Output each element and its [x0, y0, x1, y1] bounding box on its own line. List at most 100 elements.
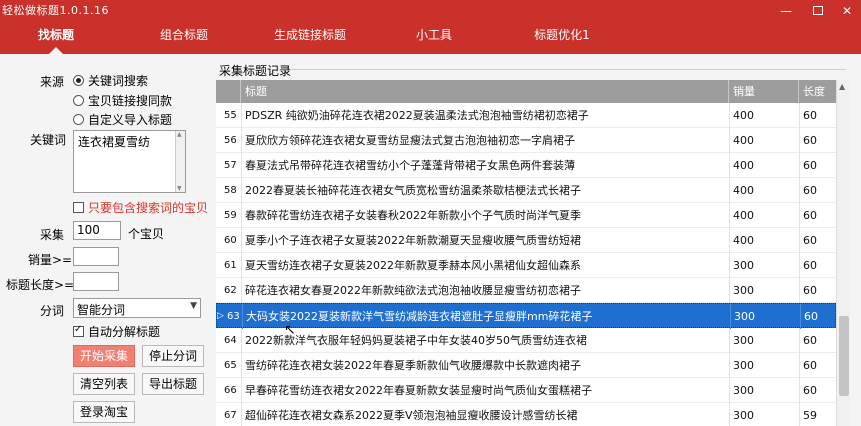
table-row[interactable]: 62 碎花连衣裙女春夏2022年新款纯欲法式泡泡袖收腰显瘦雪纺初恋裙子 300 60 — [216, 278, 836, 303]
maximize-icon — [813, 6, 823, 15]
tab-tools[interactable]: 小工具 — [404, 22, 464, 54]
column-header-num[interactable] — [216, 80, 241, 103]
stop-segment-button[interactable]: 停止分词 — [142, 345, 204, 367]
must-contain-checkbox[interactable]: 只要包含搜索词的宝贝 — [73, 199, 208, 216]
table-row[interactable]: 61 夏天雪纺连衣裙子女夏装2022年新款夏季赫本风小黑裙仙女超仙森系 300 60 — [216, 253, 836, 278]
close-button[interactable]: ✕ — [832, 0, 861, 22]
radio-checked-icon — [73, 75, 84, 86]
row-length: 60 — [803, 384, 817, 397]
records-group-title: 采集标题记录 — [219, 64, 292, 78]
table-row[interactable]: 64 2022新款洋气衣服年轻妈妈夏装裙子中年女装40岁50气质雪纺连衣裙 300 6… — [216, 328, 836, 353]
row-sales: 400 — [733, 184, 754, 197]
export-titles-button[interactable]: 导出标题 — [142, 373, 204, 395]
app-window: 轻松做标题1.0.1.16 — ✕ 找标题 组合标题 生成链接标题 小工具 标题… — [0, 0, 861, 426]
row-title: 夏季小个子连衣裙子女夏装2022年新款潮夏天显瘦收腰气质雪纺短裙 — [245, 234, 581, 247]
table-row[interactable]: 56 夏欣欣方领碎花连衣裙女夏雪纺显瘦法式复古泡泡袖初恋一字肩裙子 400 60 — [216, 128, 836, 153]
tab-title-optimize[interactable]: 标题优化1 — [520, 22, 604, 54]
table-row[interactable]: 65 雪纺碎花连衣裙女装2022年春夏季新款仙气收腰爆款中长款遮肉裙子 300 60 — [216, 353, 836, 378]
table-row[interactable]: 58 2022春夏装长袖碎花连衣裙女气质宽松雪纺温柔茶歇桔梗法式长裙子 400 60 — [216, 178, 836, 203]
table-row[interactable]: 66 早春碎花雪纺连衣裙女2022年春夏新款女装显瘦时尚气质仙女蛋糕裙子 300 60 — [216, 378, 836, 403]
clear-list-button[interactable]: 清空列表 — [73, 373, 135, 395]
column-separator — [799, 378, 800, 403]
tab-label: 小工具 — [415, 28, 452, 42]
table-row[interactable]: 55 PDSZR 纯欲奶油碎花连衣裙2022夏装温柔法式泡泡袖雪纺裙初恋裙子 400… — [216, 103, 836, 128]
segment-label: 分词 — [39, 304, 64, 318]
mouse-pointer-icon: ↖ — [284, 322, 296, 338]
column-separator — [729, 228, 730, 253]
column-separator — [729, 203, 730, 228]
segment-mode-select[interactable]: 智能分词 ▼ — [73, 298, 201, 318]
column-separator — [241, 278, 242, 303]
radio-custom-import[interactable]: 自定义导入标题 — [73, 111, 172, 127]
row-number: 55 — [224, 110, 237, 121]
maximize-button[interactable] — [803, 0, 833, 22]
segment-mode-value: 智能分词 — [77, 303, 126, 317]
column-separator — [799, 228, 800, 253]
column-separator — [799, 128, 800, 153]
row-length: 60 — [803, 334, 817, 347]
auto-segment-checkbox[interactable]: 自动分解标题 — [73, 323, 160, 340]
column-separator — [241, 103, 242, 128]
source-label: 来源 — [39, 75, 64, 89]
chevron-down-icon: ▼ — [190, 301, 197, 311]
row-sales: 300 — [733, 259, 754, 272]
min-title-length-input[interactable] — [73, 272, 119, 291]
row-length: 60 — [803, 159, 817, 172]
table-row[interactable]: 57 春夏法式吊带碎花连衣裙雪纺小个子蓬蓬背带裙子女黑色两件套装薄 400 60 — [216, 153, 836, 178]
keyword-value: 连衣裙夏雪纺 — [78, 135, 151, 149]
column-header-sales[interactable]: 销量 — [729, 80, 799, 103]
textarea-scrollbar[interactable] — [175, 131, 185, 192]
column-separator — [241, 328, 242, 353]
row-title: 早春碎花雪纺连衣裙女2022年春夏新款女装显瘦时尚气质仙女蛋糕裙子 — [245, 384, 592, 397]
scroll-up-icon[interactable]: ▲ — [839, 82, 845, 91]
row-length: 60 — [803, 284, 817, 297]
min-sales-input[interactable] — [73, 247, 119, 266]
column-separator — [241, 353, 242, 378]
start-collect-button[interactable]: 开始采集 — [73, 345, 135, 367]
column-separator — [799, 103, 800, 128]
active-tab-caret-icon — [49, 47, 63, 54]
checkbox-unchecked-icon — [73, 202, 84, 213]
column-separator — [729, 403, 730, 426]
column-separator — [799, 253, 800, 278]
table-row[interactable]: 67 超仙碎花连衣裙女森系2022夏季V领泡泡袖显瘦收腰设计感雪纺长裙 300 59 — [216, 403, 836, 426]
tab-find-title[interactable]: 找标题 — [20, 22, 92, 54]
column-separator — [799, 178, 800, 203]
collect-label: 采集 — [39, 228, 64, 242]
radio-keyword-search[interactable]: 关键词搜索 — [73, 72, 148, 88]
login-taobao-button[interactable]: 登录淘宝 — [73, 401, 135, 423]
scrollbar-thumb[interactable] — [839, 316, 849, 396]
radio-label: 自定义导入标题 — [88, 113, 173, 127]
row-sales: 400 — [733, 109, 754, 122]
row-number: 58 — [224, 185, 237, 196]
row-sales: 300 — [733, 334, 754, 347]
row-number: 60 — [224, 235, 237, 246]
column-header-length[interactable]: 长度 — [799, 80, 836, 103]
column-separator — [729, 353, 730, 378]
row-number: 61 — [224, 260, 237, 271]
column-separator — [242, 304, 243, 329]
tab-label: 组合标题 — [159, 28, 208, 42]
table-row[interactable]: 59 春款碎花雪纺连衣裙子女装春秋2022年新款小个子气质时尚洋气夏季 400 60 — [216, 203, 836, 228]
column-separator — [799, 278, 800, 303]
tab-link-title[interactable]: 生成链接标题 — [262, 22, 358, 54]
column-separator — [241, 178, 242, 203]
table-row[interactable]: 60 夏季小个子连衣裙子女夏装2022年新款潮夏天显瘦收腰气质雪纺短裙 400 60 — [216, 228, 836, 253]
table-row[interactable]: 63 大码女装2022夏装新款洋气雪纺减龄连衣裙遮肚子显瘦胖mm碎花裙子 300 60… — [216, 303, 836, 329]
column-separator — [800, 304, 801, 329]
keyword-textarea[interactable]: 连衣裙夏雪纺 — [73, 130, 186, 193]
title-length-label: 标题长度>= — [6, 278, 75, 292]
column-separator — [729, 253, 730, 278]
row-number: 62 — [224, 285, 237, 296]
radio-link-search[interactable]: 宝贝链接搜同款 — [73, 92, 172, 108]
radio-label: 关键词搜索 — [88, 74, 149, 88]
table-scrollbar[interactable]: ▲ — [836, 80, 850, 426]
tab-combine-title[interactable]: 组合标题 — [148, 22, 220, 54]
row-length: 60 — [803, 359, 817, 372]
minimize-button[interactable]: — — [771, 0, 801, 22]
column-separator — [729, 178, 730, 203]
column-header-title[interactable]: 标题 — [241, 80, 729, 103]
row-sales: 400 — [733, 234, 754, 247]
row-length: 60 — [803, 109, 817, 122]
collect-count-input[interactable]: 100 — [73, 221, 121, 240]
